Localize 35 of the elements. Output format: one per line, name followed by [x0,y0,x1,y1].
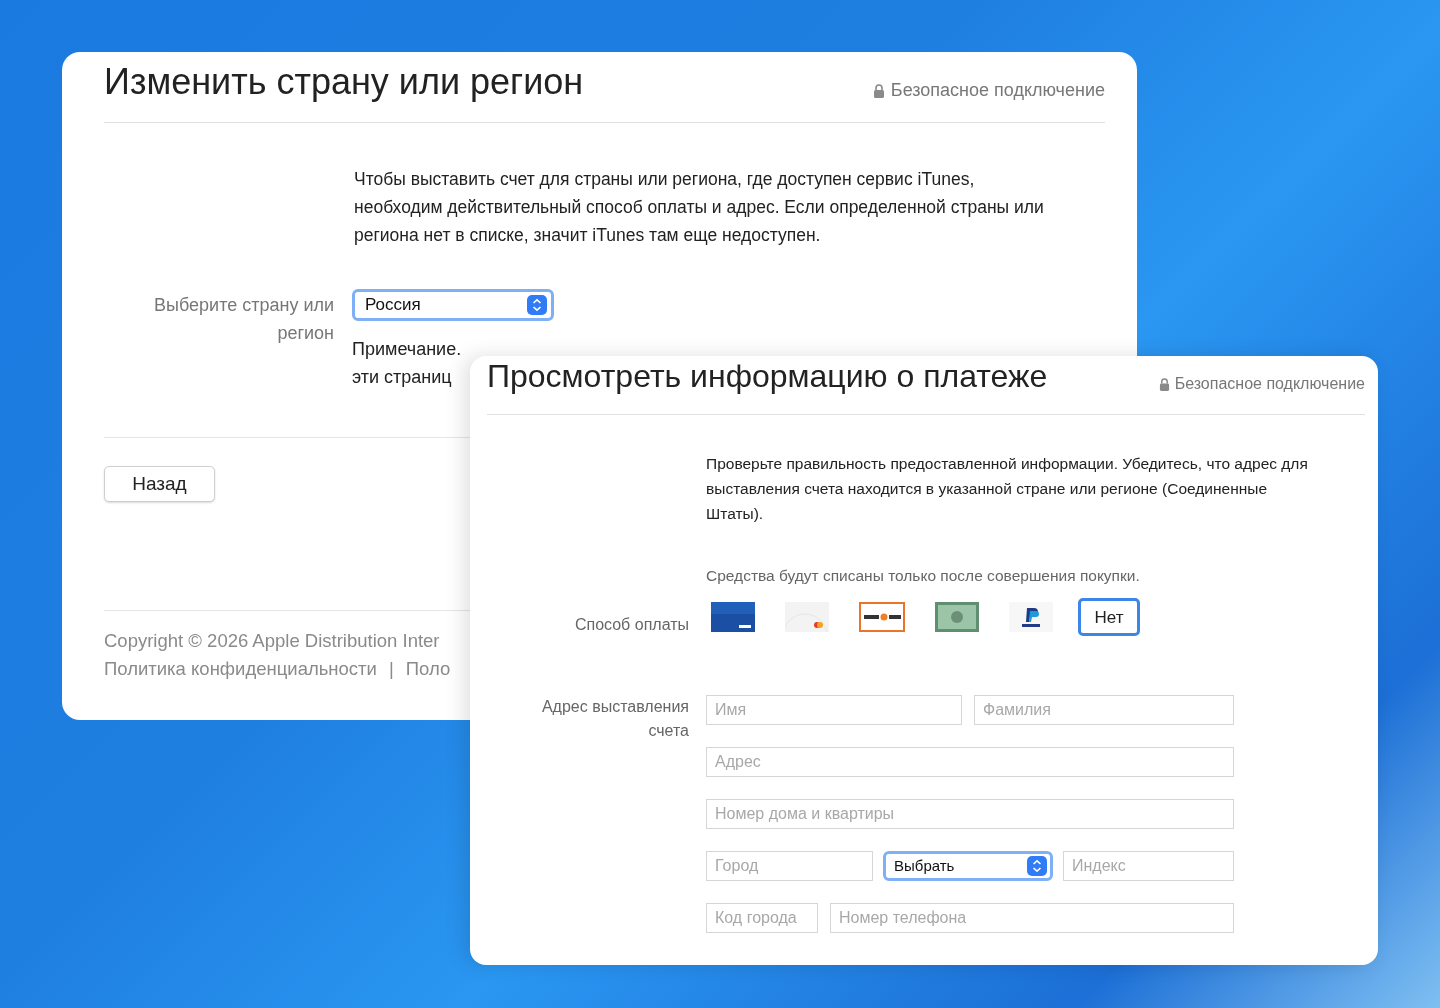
text-field[interactable]: Индекс [1063,851,1234,882]
country-label: Выберите страну или регион [153,294,334,345]
text-field[interactable]: Имя [706,695,962,726]
text-field[interactable]: Фамилия [974,695,1234,726]
privacy-link[interactable]: Политика конфиденциальности [104,655,377,683]
card-icon [711,602,755,633]
back-button[interactable]: Назад [104,466,215,502]
copyright-text: Copyright © 2026 Apple Distribution Inter [104,629,441,653]
country-select[interactable]: Россия [352,289,554,321]
secure-label: Безопасное подключение [1174,374,1365,394]
lock-icon [1158,377,1170,391]
text-field[interactable]: Номер телефона [830,903,1234,934]
card-icon [859,602,905,633]
payment-label: Способ оплаты [573,615,689,636]
state-select[interactable]: Выбрать [883,851,1053,882]
card-icon [1009,602,1053,633]
address-label: Адрес выставления счета [540,697,689,742]
payment-option[interactable]: Нет [1078,598,1140,637]
card-icon [785,602,829,633]
link-separator: | [388,657,394,681]
window-title: Просмотреть информацию о платеже [487,357,1048,396]
intro-text: Чтобы выставить счет для страны или региона, где доступен сервис iTunes, необходим действительный способ оплаты и адрес. Если определенной страны или региона нет в списке, значит iTunes там еще недоступен. [354,168,1045,247]
window-title: Изменить страну или регион [104,60,584,104]
secure-label: Безопасное подключение [890,79,1105,102]
lock-icon [872,83,885,98]
note-text: Примечание. [352,338,463,361]
text-field[interactable]: Код города [706,903,818,934]
text-field[interactable]: Адрес [706,747,1234,778]
text-field[interactable]: Номер дома и квартиры [706,799,1234,830]
stepper-icon [527,295,547,315]
charge-note: Средства будут списаны только после совершения покупки. [706,566,1141,586]
intro-text: Проверьте правильность предоставленной информации. Убедитесь, что адрес для выставления счета находится в указанной стране или регионе (Соединенные Штаты). [706,454,1309,524]
text-field[interactable]: Город [706,851,873,882]
card-icon [935,602,979,633]
stepper-icon [1027,856,1047,877]
